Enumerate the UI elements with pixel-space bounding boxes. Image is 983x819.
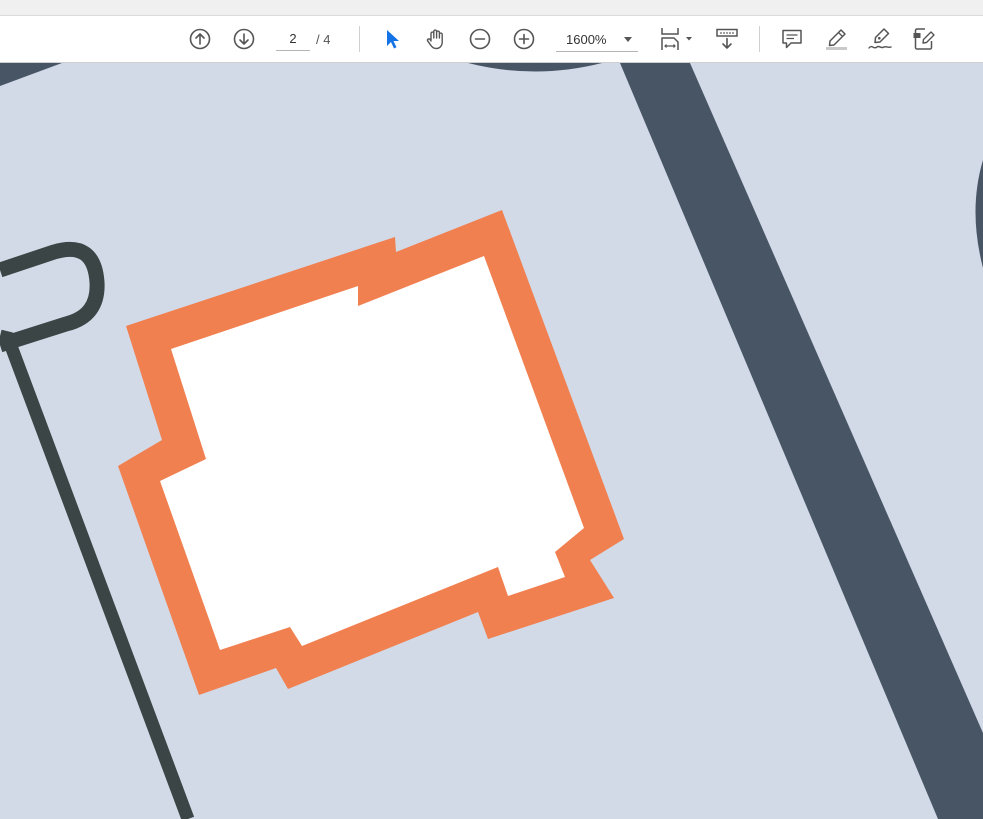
chevron-down-icon [624, 37, 632, 42]
select-arrow-icon [387, 30, 399, 49]
toolbar-divider [359, 26, 360, 52]
page-number-input[interactable] [276, 26, 310, 51]
slate-arc-fragment [468, 63, 602, 72]
hand-tool-button[interactable] [420, 16, 452, 62]
scroll-mode-button[interactable] [711, 16, 743, 62]
highlight-button[interactable] [820, 16, 852, 62]
edit-pdf-button[interactable] [908, 16, 940, 62]
slate-corner-shape [0, 63, 62, 86]
scroll-mode-icon [716, 28, 738, 49]
zoom-out-icon [469, 28, 491, 50]
fit-page-button[interactable] [656, 16, 696, 62]
arrow-down-circle-icon [233, 28, 255, 50]
slate-edge-curve [975, 160, 983, 268]
pdf-document-canvas[interactable] [0, 63, 983, 819]
hand-pan-icon [426, 29, 443, 50]
previous-page-button[interactable] [184, 16, 216, 62]
highlight-icon [826, 29, 847, 50]
comment-button[interactable] [776, 16, 808, 62]
zoom-out-button[interactable] [464, 16, 496, 62]
slate-diagonal-band [620, 63, 983, 819]
zoom-level-value: 1600% [566, 32, 607, 47]
sign-button[interactable] [864, 16, 896, 62]
toolbar-divider [759, 26, 760, 52]
sign-icon [868, 28, 892, 49]
edit-document-icon [913, 28, 935, 50]
comment-icon [782, 29, 802, 49]
select-tool-button[interactable] [376, 16, 408, 62]
next-page-button[interactable] [228, 16, 260, 62]
pdf-toolbar: / 4 1600% [0, 16, 983, 63]
arrow-up-circle-icon [189, 28, 211, 50]
zoomed-page-artwork [0, 63, 983, 819]
zoom-in-icon [513, 28, 535, 50]
fit-page-icon [661, 28, 692, 50]
dark-hook-outline [0, 241, 105, 353]
window-top-strip [0, 0, 983, 16]
zoom-level-dropdown[interactable]: 1600% [556, 26, 638, 52]
zoom-in-button[interactable] [508, 16, 540, 62]
page-total-label: / 4 [316, 32, 331, 47]
